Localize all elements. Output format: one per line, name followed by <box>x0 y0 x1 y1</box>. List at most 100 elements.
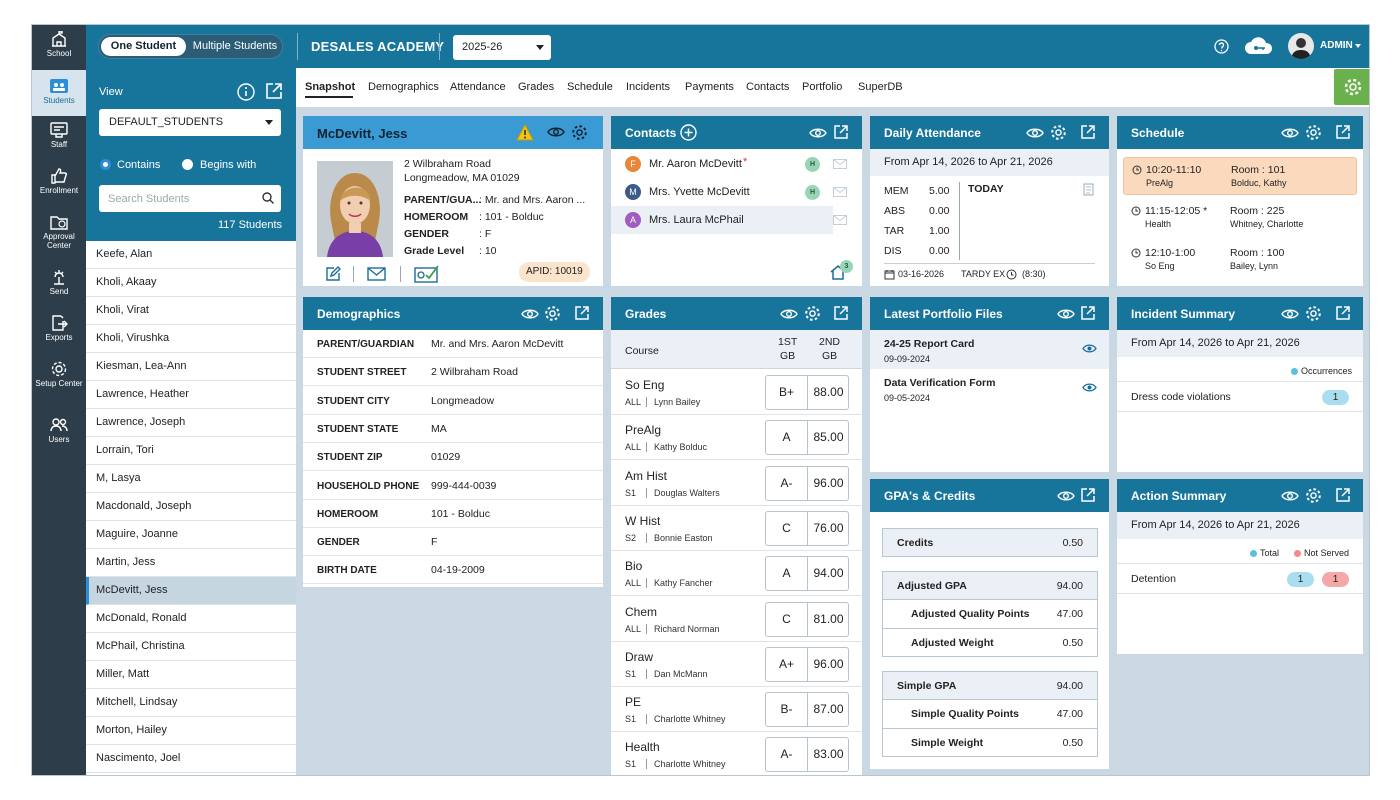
gear-icon[interactable] <box>1305 305 1322 322</box>
eye-icon[interactable] <box>547 126 565 138</box>
gear-icon[interactable] <box>571 124 588 141</box>
page-settings-button[interactable] <box>1334 69 1369 105</box>
external-link-icon[interactable] <box>1080 487 1096 503</box>
add-contact-icon[interactable] <box>680 124 697 141</box>
search-input[interactable] <box>99 185 259 212</box>
grade-row[interactable]: Health S1 Charlotte Whitney A- 83.00 <box>611 732 862 775</box>
multiple-students-button[interactable]: Multiple Students <box>189 37 281 56</box>
student-list-item[interactable]: Kiesman, Lea-Ann <box>86 353 296 381</box>
student-list-item[interactable]: McDonald, Ronald <box>86 605 296 633</box>
begins-with-radio[interactable] <box>182 159 193 170</box>
student-list-item[interactable]: Kholi, Virat <box>86 297 296 325</box>
mail-icon[interactable] <box>833 215 847 225</box>
nav-users[interactable]: Users <box>32 411 86 457</box>
nav-students[interactable]: Students <box>32 70 86 116</box>
eye-icon[interactable] <box>521 308 539 320</box>
action-label[interactable]: Detention <box>1131 573 1176 585</box>
nav-approval-center[interactable]: Approval Center <box>32 208 86 258</box>
student-list-item[interactable]: Macdonald, Joseph <box>86 493 296 521</box>
nav-school[interactable]: School <box>32 25 86 71</box>
student-list-item[interactable]: Kholi, Akaay <box>86 269 296 297</box>
document-icon[interactable] <box>1083 183 1094 196</box>
external-link-icon[interactable] <box>1335 124 1351 140</box>
eye-icon[interactable] <box>1281 308 1299 320</box>
tab-demographics[interactable]: Demographics <box>368 81 439 93</box>
chevron-down-icon[interactable] <box>1355 44 1361 48</box>
help-icon[interactable] <box>1214 39 1229 54</box>
nav-setup-center[interactable]: Setup Center <box>32 355 86 405</box>
gear-icon[interactable] <box>1050 124 1067 141</box>
grade-row[interactable]: So Eng ALL Lynn Bailey B+ 88.00 <box>611 370 862 415</box>
grade-row[interactable]: PreAlg ALL Kathy Bolduc A 85.00 <box>611 415 862 461</box>
warning-icon[interactable] <box>516 124 534 141</box>
view-select[interactable]: DEFAULT_STUDENTS <box>99 109 281 136</box>
eye-icon[interactable] <box>1057 490 1075 502</box>
student-list-item[interactable]: Nascimento, Joel <box>86 745 296 773</box>
student-list-item[interactable]: Lorrain, Tori <box>86 437 296 465</box>
student-list-item[interactable]: M, Lasya <box>86 465 296 493</box>
student-list-item[interactable]: McPhail, Christina <box>86 633 296 661</box>
gear-icon[interactable] <box>1305 487 1322 504</box>
info-icon[interactable] <box>237 83 255 101</box>
external-link-icon[interactable] <box>1335 305 1351 321</box>
nav-staff[interactable]: Staff <box>32 116 86 162</box>
eye-icon[interactable] <box>809 127 827 139</box>
mail-icon[interactable] <box>833 187 847 197</box>
eye-icon[interactable] <box>1281 490 1299 502</box>
grade-row[interactable]: PE S1 Charlotte Whitney B- 87.00 <box>611 687 862 733</box>
grade-row[interactable]: Chem ALL Richard Norman C 81.00 <box>611 597 862 642</box>
gear-icon[interactable] <box>804 305 821 322</box>
eye-icon[interactable] <box>1281 127 1299 139</box>
grade-row[interactable]: W Hist S2 Bonnie Easton C 76.00 <box>611 506 862 551</box>
tab-contacts[interactable]: Contacts <box>746 81 789 93</box>
avatar[interactable] <box>1288 33 1314 59</box>
student-list-item[interactable]: Lawrence, Heather <box>86 381 296 409</box>
contains-radio[interactable] <box>100 159 111 170</box>
attendance-check-icon[interactable] <box>414 264 440 283</box>
external-link-icon[interactable] <box>265 82 283 100</box>
student-list-item[interactable]: Morton, Hailey <box>86 717 296 745</box>
school-year-select[interactable]: 2025-26 <box>453 35 551 60</box>
student-list-item[interactable]: Miller, Matt <box>86 661 296 689</box>
external-link-icon[interactable] <box>833 305 849 321</box>
grade-row[interactable]: Am Hist S1 Douglas Walters A- 96.00 <box>611 461 862 506</box>
tab-attendance[interactable]: Attendance <box>450 81 506 93</box>
mail-icon[interactable] <box>367 267 386 281</box>
eye-icon[interactable] <box>1082 343 1097 354</box>
grade-row[interactable]: Bio ALL Kathy Fancher A 94.00 <box>611 551 862 597</box>
external-link-icon[interactable] <box>1080 305 1096 321</box>
edit-icon[interactable] <box>325 266 341 282</box>
student-list-item[interactable]: Kholi, Virushka <box>86 325 296 353</box>
student-list-item[interactable]: McDevitt, Jess <box>86 577 296 605</box>
eye-icon[interactable] <box>1026 127 1044 139</box>
external-link-icon[interactable] <box>574 305 590 321</box>
search-icon[interactable] <box>262 192 274 204</box>
tab-superdb[interactable]: SuperDB <box>858 81 903 93</box>
tab-payments[interactable]: Payments <box>685 81 734 93</box>
nav-send[interactable]: Send <box>32 263 86 309</box>
eye-icon[interactable] <box>1082 382 1097 393</box>
eye-icon[interactable] <box>1057 308 1075 320</box>
student-list-item[interactable]: Maguire, Joanne <box>86 521 296 549</box>
mail-icon[interactable] <box>833 159 847 169</box>
nav-enrollment[interactable]: Enrollment <box>32 162 86 208</box>
student-list-item[interactable]: Mitchell, Lindsay <box>86 689 296 717</box>
user-menu-label[interactable]: ADMIN <box>1320 40 1353 51</box>
external-link-icon[interactable] <box>833 124 849 140</box>
tab-portfolio[interactable]: Portfolio <box>802 81 842 93</box>
tab-schedule[interactable]: Schedule <box>567 81 613 93</box>
grade-row[interactable]: Draw S1 Dan McMann A+ 96.00 <box>611 642 862 687</box>
tab-incidents[interactable]: Incidents <box>626 81 670 93</box>
contact-row[interactable]: A Mrs. Laura McPhail <box>611 206 847 234</box>
portfolio-file[interactable]: Data Verification Form 09-05-2024 <box>870 369 1109 408</box>
schedule-item[interactable]: 10:20-11:10 PreAlg Room : 101 Bolduc, Kathy <box>1123 157 1357 195</box>
external-link-icon[interactable] <box>1335 487 1351 503</box>
schedule-item[interactable]: 11:15-12:05 * Health Room : 225 Whitney, Ch… <box>1123 199 1357 237</box>
portfolio-file[interactable]: 24-25 Report Card 09-09-2024 <box>870 330 1109 369</box>
cloud-key-icon[interactable] <box>1244 36 1274 56</box>
contact-row[interactable]: F Mr. Aaron McDevitt * H <box>611 150 847 178</box>
tab-snapshot[interactable]: Snapshot <box>305 81 355 93</box>
gear-icon[interactable] <box>544 305 561 322</box>
gear-icon[interactable] <box>1305 124 1322 141</box>
student-list-item[interactable]: Martin, Jess <box>86 549 296 577</box>
